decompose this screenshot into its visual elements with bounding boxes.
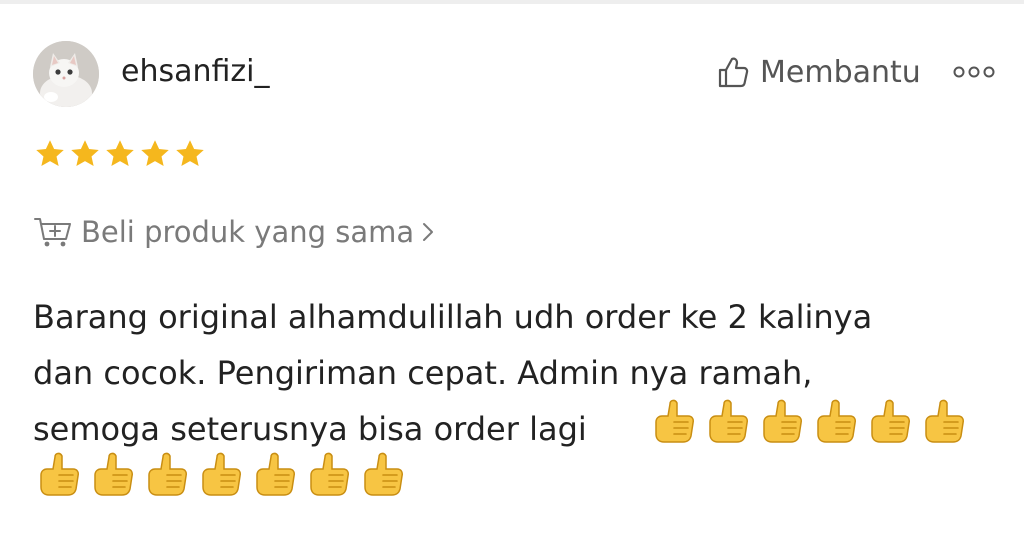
review-card: ehsanfizi_ Membantu Beli produk yang sam… [0,4,1024,537]
chevron-right-icon [423,223,434,241]
thumbs-up-emoji [256,452,295,496]
buy-same-product-link[interactable]: Beli produk yang sama [33,212,436,252]
thumbs-up-emoji [40,452,79,496]
thumbs-up-emoji [655,399,694,443]
helpful-button[interactable]: Membantu [716,52,921,92]
thumbs-up-emoji [94,452,133,496]
star-icon [176,140,204,167]
add-to-cart-icon [34,218,71,247]
thumbs-up-emoji-row [648,396,972,446]
review-text-line: Barang original alhamdulillah udh order … [33,298,873,336]
more-options-button[interactable] [952,60,996,84]
thumbs-up-emoji [148,452,187,496]
star-icon [71,140,99,167]
thumbs-up-emoji [364,452,403,496]
review-text-line: dan cocok. Pengiriman cepat. Admin nya r… [33,354,813,392]
buy-same-label: Beli produk yang sama [81,215,415,249]
cat-avatar-image [33,41,99,107]
helpful-label: Membantu [760,54,921,90]
star-rating [33,137,208,171]
thumbs-up-emoji [310,452,349,496]
star-icon [141,140,169,167]
star-icon [36,140,64,167]
thumbs-up-emoji [763,399,802,443]
username[interactable]: ehsanfizi_ [121,53,269,91]
thumbs-up-emoji [817,399,856,443]
avatar[interactable] [33,41,99,107]
more-options-icon [953,66,995,78]
thumbs-up-emoji [709,399,748,443]
thumbs-up-emoji [925,399,964,443]
thumbs-up-outline-icon [718,57,749,88]
thumbs-up-emoji [871,399,910,443]
thumbs-up-emoji-row [33,449,411,499]
star-icon [106,140,134,167]
thumbs-up-emoji [202,452,241,496]
